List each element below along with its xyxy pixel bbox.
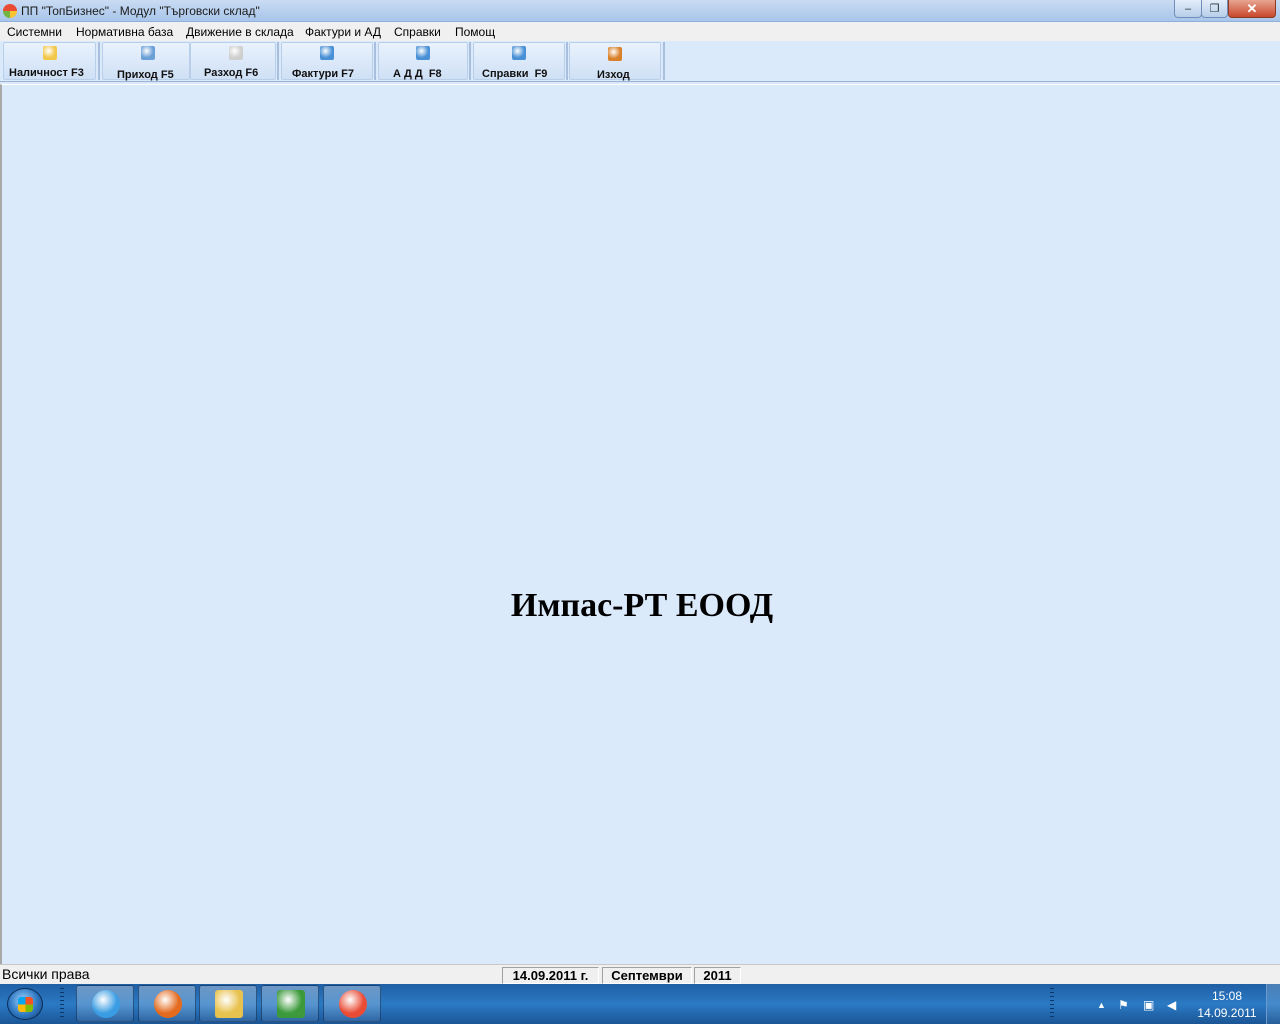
status-rights: Всички права [2, 966, 90, 982]
status-bar: Всички права 14.09.2011 г. Септември 201… [0, 964, 1280, 984]
invoice-icon [320, 46, 334, 60]
toolbar-separator [566, 42, 568, 80]
menu-reports[interactable]: Справки [394, 25, 441, 39]
report-icon [512, 46, 526, 60]
show-desktop-button[interactable] [1266, 984, 1280, 1024]
volume-muted-icon[interactable]: ◀ [1167, 998, 1176, 1012]
stock-button[interactable]: Наличност F3 [3, 42, 96, 80]
exit-button[interactable]: Изход [569, 42, 661, 81]
income-label: Приход F5 [117, 69, 174, 81]
topbiznes-icon [339, 990, 367, 1018]
maximize-icon: ❐ [1209, 3, 1220, 15]
main-workspace: Импас-РТ ЕООД [0, 84, 1280, 964]
expense-label: Разход F6 [204, 67, 259, 79]
taskbar-app-topbiznes[interactable] [323, 985, 381, 1022]
status-month: Септември [602, 967, 692, 984]
toolbar: Наличност F3 Приход F5 Разход F6 Фактури… [0, 41, 1280, 82]
toolbar-separator [277, 42, 279, 80]
maximize-button[interactable]: ❐ [1201, 0, 1228, 18]
taskbar: ▲ ⚑ ▣ ◀ 15:08 14.09.2011 [0, 984, 1280, 1024]
close-button[interactable]: ✕ [1228, 0, 1276, 18]
menu-help[interactable]: Помощ [455, 25, 495, 39]
reports-label: Справки F9 [482, 68, 548, 80]
window-title: ПП "ТопБизнес" - Модул "Търговски склад" [21, 4, 260, 18]
file-explorer-icon [215, 990, 243, 1018]
add-document-icon [416, 46, 430, 60]
toolbar-separator [98, 42, 100, 80]
network-icon[interactable]: ▣ [1143, 998, 1154, 1012]
invoices-label: Фактури F7 [292, 68, 355, 80]
menu-system[interactable]: Системни [7, 25, 62, 39]
document-icon [141, 46, 155, 60]
pen-document-icon [229, 46, 243, 60]
toolbar-separator [663, 42, 665, 80]
close-icon: ✕ [1246, 0, 1258, 16]
folder-icon [43, 46, 57, 60]
company-name: Импас-РТ ЕООД [510, 587, 774, 624]
menu-warehouse-movement[interactable]: Движение в склада [186, 25, 294, 39]
title-bar: ПП "ТопБизнес" - Модул "Търговски склад"… [0, 0, 1280, 22]
taskbar-grip[interactable] [60, 988, 64, 1020]
taskbar-app-explorer[interactable] [199, 985, 257, 1022]
action-center-flag-icon[interactable]: ⚑ [1118, 998, 1129, 1012]
clock-time[interactable]: 15:08 [1200, 989, 1254, 1003]
taskbar-app-ie[interactable] [76, 985, 134, 1022]
internet-explorer-icon [92, 990, 120, 1018]
app-icon[interactable] [3, 4, 17, 18]
exit-icon [608, 47, 622, 61]
add-button[interactable]: А Д Д F8 [378, 42, 468, 80]
toolbar-separator [469, 42, 471, 80]
status-date: 14.09.2011 г. [502, 967, 599, 984]
taskbar-app-firefox[interactable] [138, 985, 196, 1022]
expense-button[interactable]: Разход F6 [190, 42, 276, 80]
menu-normative-base[interactable]: Нормативна база [76, 25, 173, 39]
start-button[interactable] [7, 988, 43, 1020]
status-year: 2011 [694, 967, 741, 984]
menu-invoices[interactable]: Фактури и АД [305, 25, 381, 39]
network-app-icon [277, 990, 305, 1018]
reports-button[interactable]: Справки F9 [473, 42, 565, 80]
minimize-icon: ‒ [1184, 2, 1192, 15]
taskbar-grip[interactable] [1050, 988, 1054, 1020]
toolbar-separator [374, 42, 376, 80]
invoices-button[interactable]: Фактури F7 [281, 42, 373, 80]
stock-label: Наличност F3 [9, 67, 84, 79]
minimize-button[interactable]: ‒ [1174, 0, 1202, 18]
show-hidden-icons-icon[interactable]: ▲ [1097, 1000, 1106, 1010]
clock-date[interactable]: 14.09.2011 [1194, 1006, 1260, 1020]
menu-bar: Системни Нормативна база Движение в скла… [0, 22, 1280, 41]
taskbar-app-network[interactable] [261, 985, 319, 1022]
exit-label: Изход [597, 69, 630, 81]
firefox-icon [154, 990, 182, 1018]
income-button[interactable]: Приход F5 [102, 42, 190, 81]
add-label: А Д Д F8 [393, 68, 442, 80]
